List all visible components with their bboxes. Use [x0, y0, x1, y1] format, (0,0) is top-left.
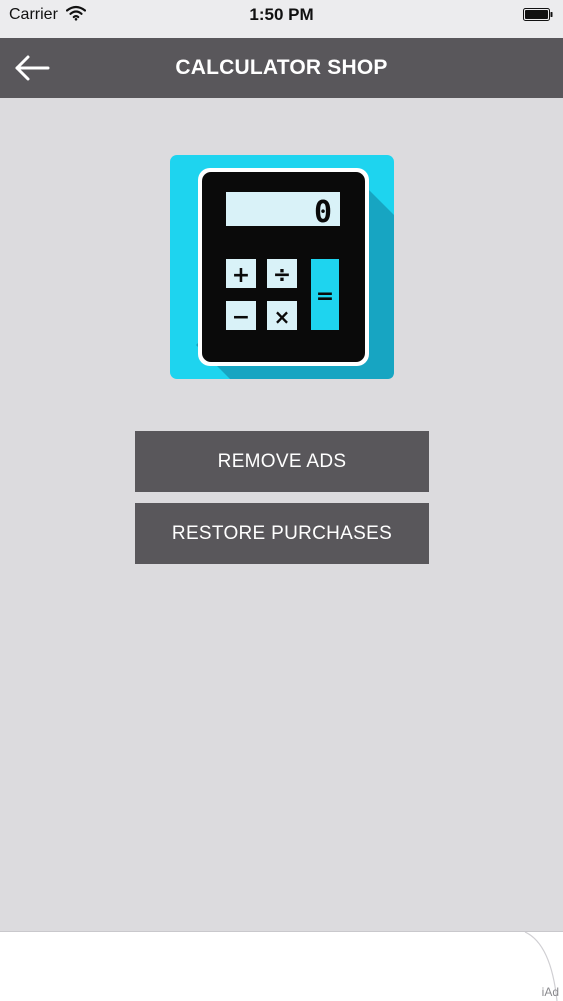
- battery-icon: [523, 8, 553, 21]
- calculator-key-minus: −: [232, 305, 250, 330]
- ad-banner[interactable]: iAd: [0, 931, 563, 1001]
- iad-label: iAd: [541, 985, 559, 999]
- calculator-app-icon: 0 + ÷ − × =: [170, 155, 394, 379]
- calculator-key-plus: +: [232, 263, 250, 288]
- remove-ads-button[interactable]: REMOVE ADS: [135, 431, 429, 492]
- calculator-display-value: 0: [314, 195, 332, 230]
- calculator-key-divide: ÷: [273, 263, 291, 288]
- status-time: 1:50 PM: [249, 5, 314, 24]
- restore-purchases-button[interactable]: RESTORE PURCHASES: [135, 503, 429, 564]
- status-bar: Carrier 1:50 PM: [0, 0, 563, 38]
- nav-bar: CALCULATOR SHOP: [0, 38, 563, 98]
- calculator-key-equals: =: [316, 284, 334, 309]
- page-title: CALCULATOR SHOP: [175, 56, 388, 79]
- calculator-key-multiply: ×: [274, 305, 291, 329]
